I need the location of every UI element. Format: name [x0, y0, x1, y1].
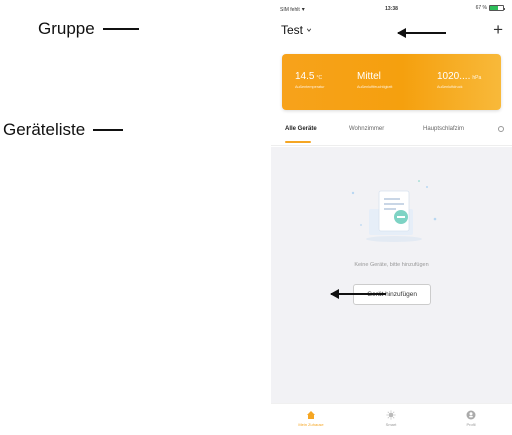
annotation-device-list: Geräteliste — [3, 120, 124, 140]
battery-icon — [489, 5, 505, 11]
nav-item-smart[interactable]: Smart — [361, 410, 421, 427]
annotation-arrow-add-device — [330, 289, 386, 299]
chevron-down-icon — [306, 28, 312, 32]
annotation-arrow-group — [397, 28, 446, 38]
annotation-group-line — [102, 28, 139, 30]
empty-list-message: Keine Geräte, bitte hinzufügen — [354, 262, 429, 268]
temperature-unit: °C — [316, 75, 323, 81]
annotation-device-list-line — [93, 129, 124, 131]
tab-all-devices[interactable]: Alle Geräte — [285, 126, 317, 132]
pressure-unit: hPa — [472, 75, 482, 81]
weather-humidity: Mittel Außenluftfeuchtigkeit — [357, 71, 392, 89]
humidity-value: Mittel — [357, 71, 381, 82]
nav-home-label: Mein Zuhause — [298, 422, 324, 427]
group-selector[interactable]: Test — [281, 23, 312, 37]
pressure-label: Außenluftdruck — [437, 85, 463, 89]
pressure-value: 1020.... — [437, 71, 471, 82]
group-name: Test — [281, 23, 304, 37]
device-list-area: Keine Geräte, bitte hinzufügen Gerät hin… — [271, 147, 512, 403]
nav-item-home[interactable]: Mein Zuhause — [281, 410, 341, 427]
top-bar: Test + — [271, 20, 512, 44]
arrow-left-icon — [397, 28, 406, 38]
nav-smart-label: Smart — [385, 422, 397, 427]
weather-temperature: 14.5 °C Außentemperatur — [295, 71, 325, 89]
room-settings-icon[interactable] — [498, 126, 504, 132]
smart-icon — [386, 410, 396, 420]
home-icon — [307, 411, 315, 419]
temperature-value: 14.5 — [295, 71, 315, 82]
status-bar: SIM fehlt ▾ 13:38 67 % — [271, 4, 512, 16]
nav-item-profile[interactable]: Profil — [441, 410, 501, 427]
add-icon[interactable]: + — [493, 20, 503, 40]
temperature-label: Außentemperatur — [295, 85, 325, 89]
arrow-left-icon — [330, 289, 339, 299]
profile-icon — [466, 410, 476, 420]
annotation-group-label: Gruppe — [38, 19, 95, 38]
battery-status: 67 % — [475, 5, 505, 11]
annotation-group: Gruppe — [38, 19, 139, 39]
active-tab-indicator — [285, 141, 311, 143]
battery-percent: 67 % — [475, 5, 487, 11]
humidity-label: Außenluftfeuchtigkeit — [357, 85, 393, 89]
tab-living-room[interactable]: Wohnzimmer — [349, 126, 384, 132]
weather-pressure: 1020.... hPa Außenluftdruck — [437, 71, 481, 89]
tab-master-bedroom[interactable]: Hauptschlafzim — [423, 126, 464, 132]
nav-profile-label: Profil — [466, 422, 476, 427]
weather-card: 14.5 °C Außentemperatur Mittel Außenluftf… — [282, 54, 501, 110]
annotation-device-list-label: Geräteliste — [3, 120, 86, 139]
room-tabs: Alle Geräte Wohnzimmer Hauptschlafzim — [271, 122, 512, 146]
empty-list-illustration — [351, 180, 437, 242]
phone-screen: SIM fehlt ▾ 13:38 67 % Test + 14.5 °C Auß… — [271, 0, 512, 435]
bottom-navigation: Mein Zuhause Smart Profil — [271, 403, 512, 435]
